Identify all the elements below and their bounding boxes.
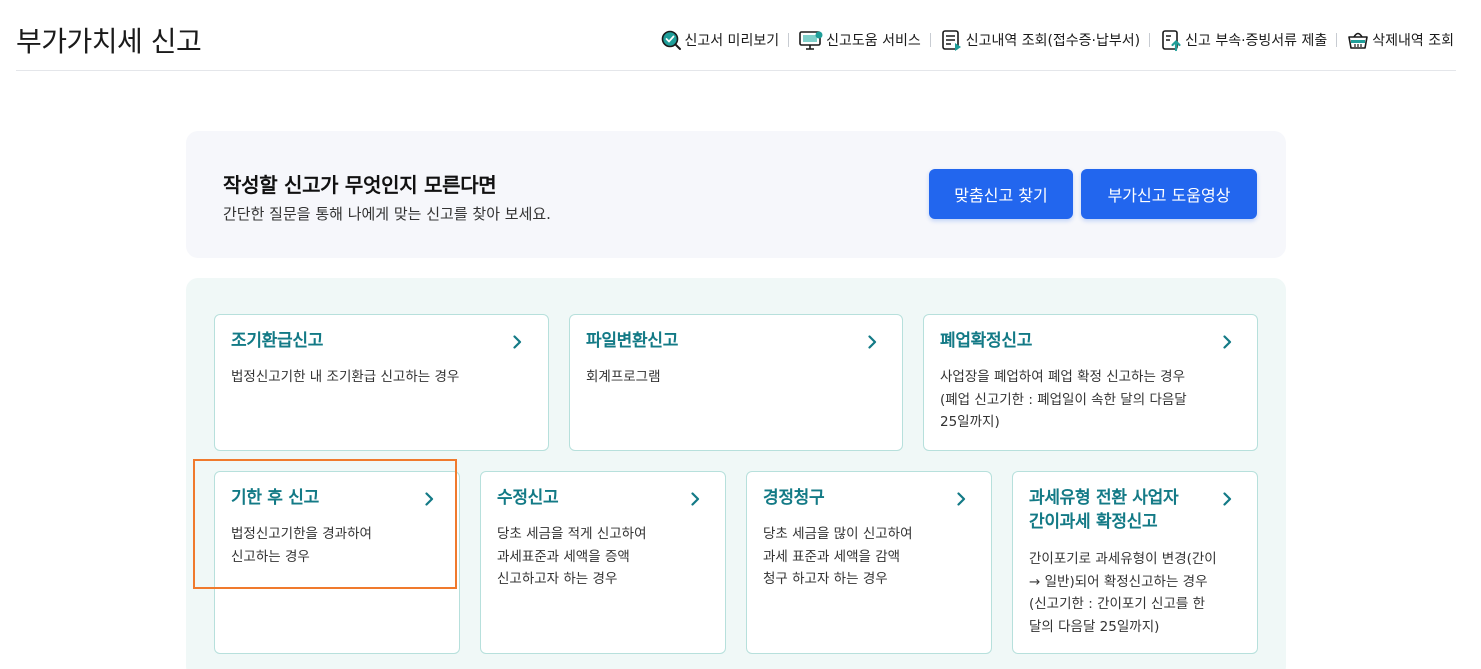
monitor-help-icon <box>799 31 823 50</box>
top-menu: 신고서 미리보기 신고도움 서비스 신고내역 조회(접수증·납부서) 신고 부속… <box>660 28 1454 52</box>
card-title: 경정청구 <box>763 488 825 508</box>
menu-divider <box>1149 33 1151 47</box>
page-header: 부가가치세 신고 신고서 미리보기 신고도움 서비스 신고내역 조회(접수증·납… <box>16 0 1456 71</box>
menu-attachments[interactable]: 신고 부속·증빙서류 제출 <box>1159 28 1327 52</box>
card-title: 파일변환신고 <box>586 331 679 351</box>
page-title: 부가가치세 신고 <box>16 25 202 58</box>
help-video-button[interactable]: 부가신고 도움영상 <box>1081 169 1257 219</box>
guide-banner: 작성할 신고가 무엇인지 모른다면 간단한 질문을 통해 나에게 맞는 신고를 … <box>186 131 1286 258</box>
menu-deleted-label: 삭제내역 조회 <box>1372 33 1454 49</box>
document-list-icon <box>941 30 961 51</box>
chevron-right-icon <box>868 335 877 349</box>
chevron-right-icon <box>691 492 700 506</box>
menu-help-service[interactable]: 신고도움 서비스 <box>798 29 921 51</box>
card-description: 법정신고기한을 경과하여 신고하는 경우 <box>231 526 372 565</box>
find-custom-report-button[interactable]: 맞춤신고 찾기 <box>929 169 1073 219</box>
card-title: 폐업확정신고 <box>940 331 1033 351</box>
menu-divider <box>929 33 931 47</box>
menu-divider <box>788 33 790 47</box>
card-early-refund[interactable]: 조기환급신고 법정신고기한 내 조기환급 신고하는 경우 <box>214 314 549 451</box>
card-closure-final[interactable]: 폐업확정신고 사업장을 폐업하여 폐업 확정 신고하는 경우 (폐업 신고기한 … <box>923 314 1258 451</box>
card-title: 과세유형 전환 사업자 간이과세 확정신고 <box>1029 488 1179 532</box>
chevron-right-icon <box>1223 335 1232 349</box>
menu-history-label: 신고내역 조회(접수증·납부서) <box>965 33 1141 49</box>
card-file-conversion[interactable]: 파일변환신고 회계프로그램 <box>569 314 903 451</box>
guide-title: 작성할 신고가 무엇인지 모른다면 <box>223 173 497 197</box>
card-description: 법정신고기한 내 조기환급 신고하는 경우 <box>231 369 460 385</box>
menu-deleted[interactable]: 삭제내역 조회 <box>1346 28 1454 52</box>
search-check-icon <box>662 30 682 50</box>
menu-preview[interactable]: 신고서 미리보기 <box>660 29 779 51</box>
menu-preview-label: 신고서 미리보기 <box>684 33 780 49</box>
card-title: 기한 후 신고 <box>231 488 319 508</box>
chevron-right-icon <box>425 492 434 506</box>
chevron-right-icon <box>957 492 966 506</box>
card-title: 조기환급신고 <box>231 331 324 351</box>
card-description: 사업장을 폐업하여 폐업 확정 신고하는 경우 (폐업 신고기한 : 폐업일이 … <box>940 369 1187 430</box>
menu-help-service-label: 신고도움 서비스 <box>826 33 921 49</box>
card-title: 수정신고 <box>497 488 559 508</box>
card-description: 회계프로그램 <box>586 369 661 385</box>
card-tax-type-change[interactable]: 과세유형 전환 사업자 간이과세 확정신고 간이포기로 과세유형이 변경(간이 … <box>1012 471 1258 654</box>
trash-basket-icon <box>1348 32 1369 49</box>
card-description: 간이포기로 과세유형이 변경(간이 → 일반)되어 확정신고하는 경우 (신고기… <box>1029 551 1217 635</box>
card-description: 당초 세금을 많이 신고하여 과세 표준과 세액을 감액 청구 하고자 하는 경… <box>763 526 913 587</box>
chevron-right-icon <box>513 335 522 349</box>
card-correction-claim[interactable]: 경정청구 당초 세금을 많이 신고하여 과세 표준과 세액을 감액 청구 하고자… <box>746 471 992 654</box>
document-upload-icon <box>1162 30 1181 52</box>
card-amended-report[interactable]: 수정신고 당초 세금을 적게 신고하여 과세표준과 세액을 증액 신고하고자 하… <box>480 471 726 654</box>
card-description: 당초 세금을 적게 신고하여 과세표준과 세액을 증액 신고하고자 하는 경우 <box>497 526 647 587</box>
menu-attachments-label: 신고 부속·증빙서류 제출 <box>1185 33 1328 49</box>
menu-history[interactable]: 신고내역 조회(접수증·납부서) <box>940 28 1140 52</box>
chevron-right-icon <box>1223 492 1232 506</box>
menu-divider <box>1336 33 1338 47</box>
card-late-report[interactable]: 기한 후 신고 법정신고기한을 경과하여 신고하는 경우 <box>214 471 460 654</box>
guide-subtitle: 간단한 질문을 통해 나에게 맞는 신고를 찾아 보세요. <box>223 205 551 223</box>
